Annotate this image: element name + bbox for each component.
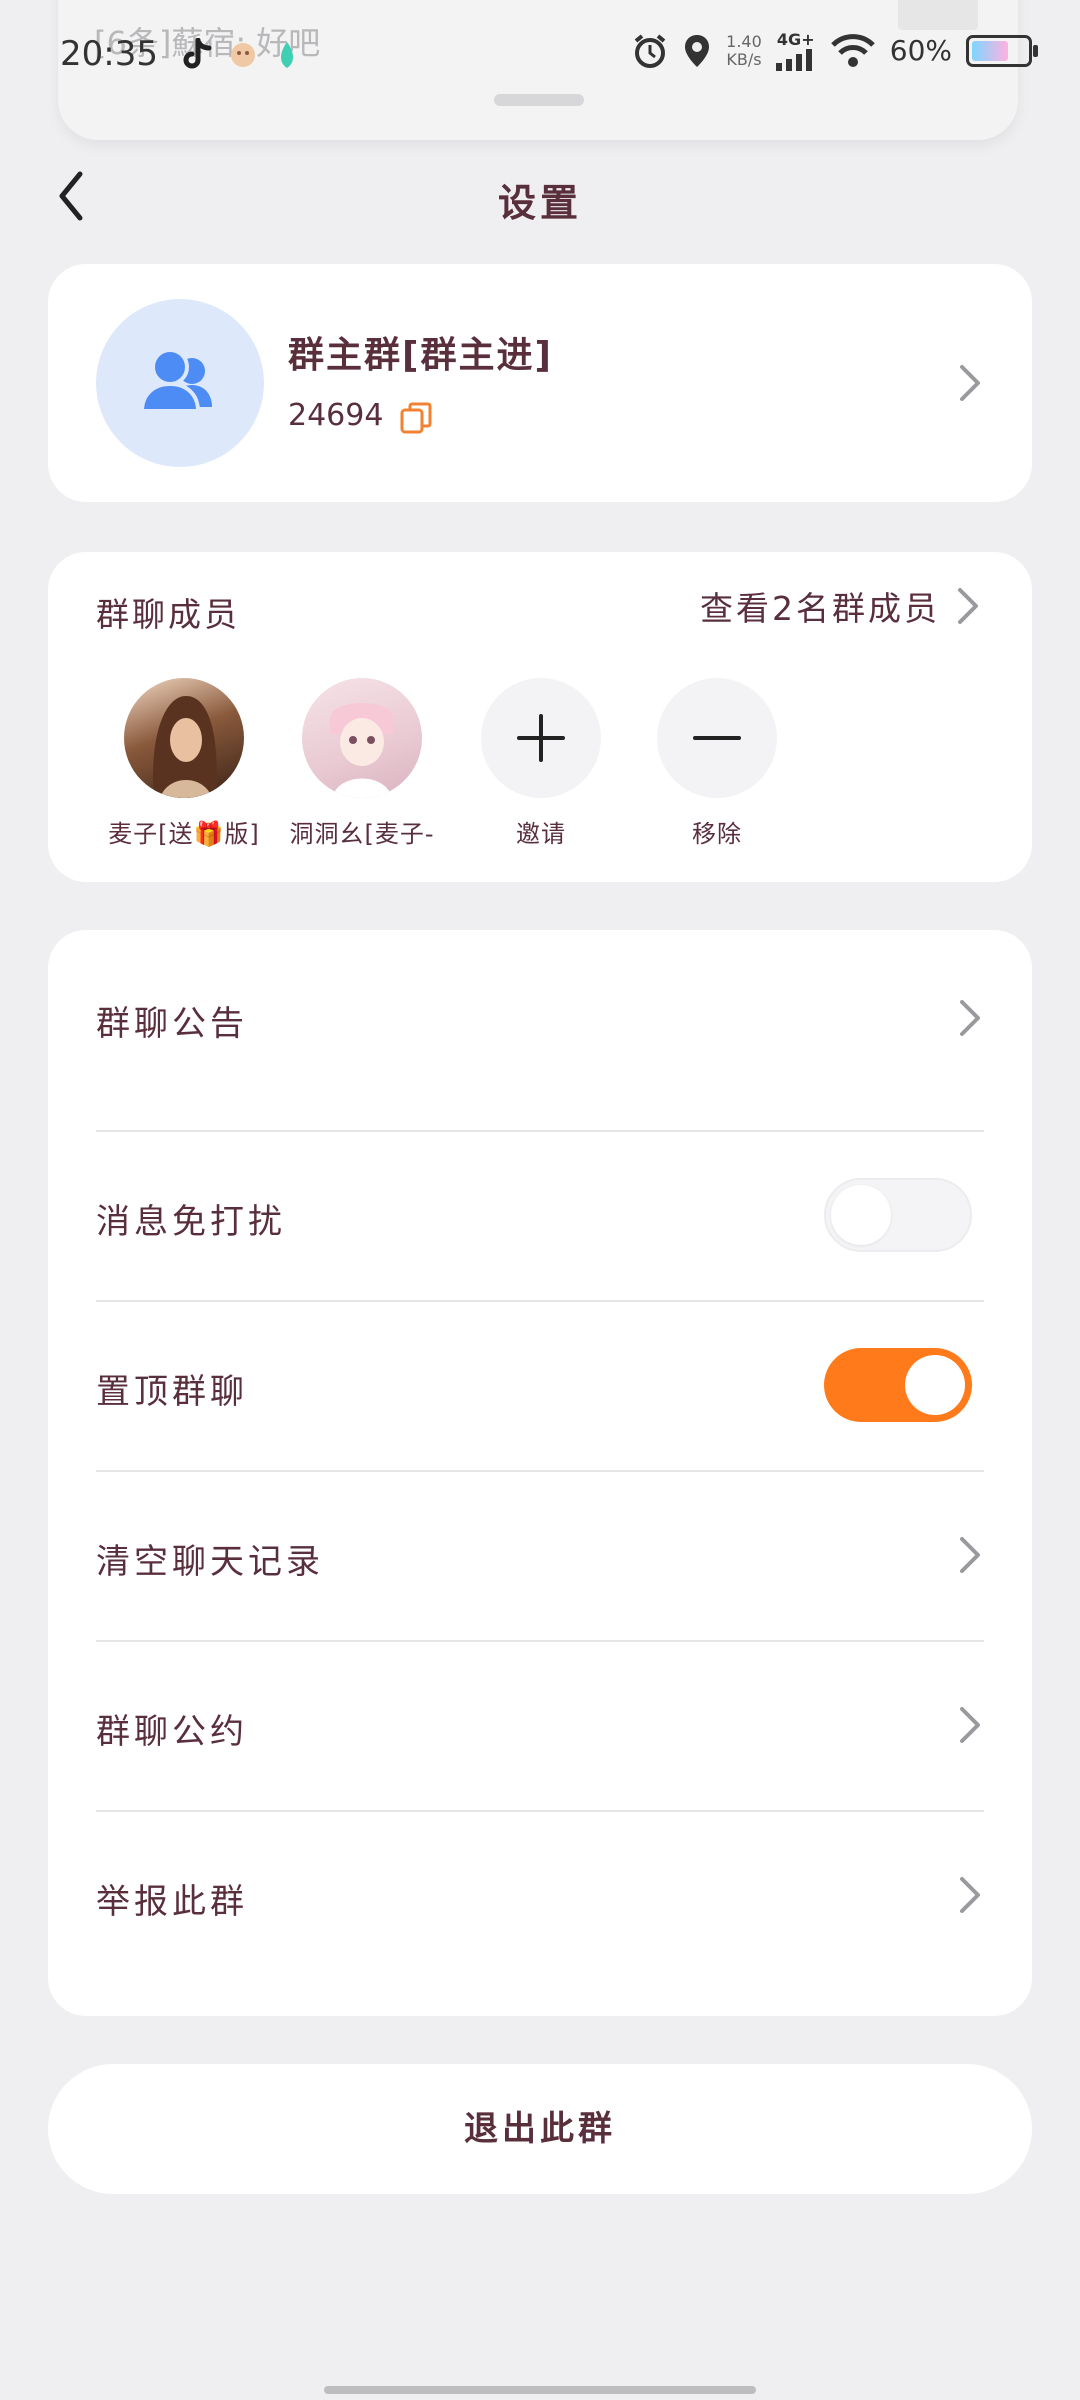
network-type: 4G+ [776, 30, 815, 49]
remove-circle [657, 678, 777, 798]
rules-label: 群聊公约 [96, 1712, 248, 1752]
chevron-right-icon [958, 588, 978, 624]
member-photo [153, 696, 217, 798]
minus-icon [693, 736, 741, 740]
remove-label: 移除 [692, 820, 742, 848]
network-speed: 1.40 KB/s [726, 31, 762, 69]
plus-icon [517, 714, 565, 762]
group-members-icon [139, 348, 212, 413]
members-card: 群聊成员 查看2名群成员 麦子[送🎁版] 洞洞幺[麦子- 邀请 移除 [48, 552, 1032, 882]
member-avatar [124, 678, 244, 798]
settings-row-pin-chat: 置顶群聊 [96, 1300, 984, 1472]
member-avatar [302, 678, 422, 798]
group-avatar [96, 299, 264, 467]
status-right-icons: 1.40 KB/s 4G+ 60% [632, 30, 1038, 71]
status-time: 20:35 [60, 34, 158, 74]
chevron-right-icon [960, 1537, 980, 1573]
alarm-icon [634, 33, 666, 68]
member-item[interactable]: 洞洞幺[麦子- [282, 678, 442, 849]
remove-member-button[interactable]: 移除 [637, 678, 797, 849]
location-icon [685, 34, 710, 67]
status-app-icons [182, 38, 300, 72]
speed-unit: KB/s [726, 49, 762, 69]
member-photo [330, 703, 394, 798]
settings-row-do-not-disturb: 消息免打扰 [96, 1130, 984, 1302]
report-label: 举报此群 [96, 1882, 248, 1922]
pin-chat-label: 置顶群聊 [96, 1372, 248, 1412]
invite-member-button[interactable]: 邀请 [461, 678, 621, 849]
member-name: 洞洞幺[麦子- [289, 820, 435, 848]
signal-icon [775, 49, 812, 71]
battery-percent: 60% [889, 34, 952, 67]
app-notification-icon [231, 43, 255, 67]
settings-card: 群聊公告 消息免打扰 置顶群聊 清空聊天记录 群聊公约 举报此群 [48, 930, 1032, 2016]
member-name: 麦子[送🎁版] [108, 820, 260, 848]
exit-group-button[interactable]: 退出此群 [48, 2064, 1032, 2194]
chevron-right-icon [960, 1877, 980, 1913]
toggle-knob [831, 1185, 891, 1245]
chevron-right-icon [960, 1000, 980, 1036]
settings-row-rules[interactable]: 群聊公约 [96, 1640, 984, 1812]
clear-history-label: 清空聊天记录 [96, 1542, 324, 1582]
battery-icon [966, 34, 1038, 67]
tiktok-icon [183, 38, 212, 69]
home-indicator[interactable] [324, 2386, 756, 2394]
chevron-right-icon [960, 365, 980, 401]
settings-row-clear-history[interactable]: 清空聊天记录 [96, 1470, 984, 1642]
speed-value: 1.40 [726, 31, 762, 51]
group-info-card[interactable]: 群主群[群主进] 24694 [48, 264, 1032, 502]
invite-circle [481, 678, 601, 798]
view-all-members-label: 查看2名群成员 [700, 589, 940, 628]
page-title: 设置 [497, 181, 582, 225]
page-header: 设置 [0, 150, 1080, 240]
pin-chat-toggle[interactable] [824, 1348, 972, 1422]
cellular-indicator: 4G+ [775, 30, 816, 71]
view-all-members-link[interactable]: 查看2名群成员 [700, 582, 982, 630]
settings-row-report[interactable]: 举报此群 [96, 1810, 984, 1980]
announcement-label: 群聊公告 [96, 1004, 248, 1044]
app-notification-icon-2 [281, 42, 293, 68]
status-bar: 20:35 1.40 KB/s 4G+ 60% [0, 0, 1080, 110]
group-id: 24694 [288, 398, 384, 433]
settings-row-announcement[interactable]: 群聊公告 [96, 930, 984, 1132]
members-title: 群聊成员 [96, 595, 240, 634]
group-name: 群主群[群主进] [288, 335, 553, 376]
copy-icon[interactable] [398, 400, 434, 436]
do-not-disturb-toggle[interactable] [824, 1178, 972, 1252]
toggle-knob [905, 1355, 965, 1415]
do-not-disturb-label: 消息免打扰 [96, 1202, 286, 1242]
member-item[interactable]: 麦子[送🎁版] [104, 678, 264, 849]
chevron-right-icon [960, 1707, 980, 1743]
wifi-icon [830, 33, 875, 67]
invite-label: 邀请 [516, 820, 566, 848]
